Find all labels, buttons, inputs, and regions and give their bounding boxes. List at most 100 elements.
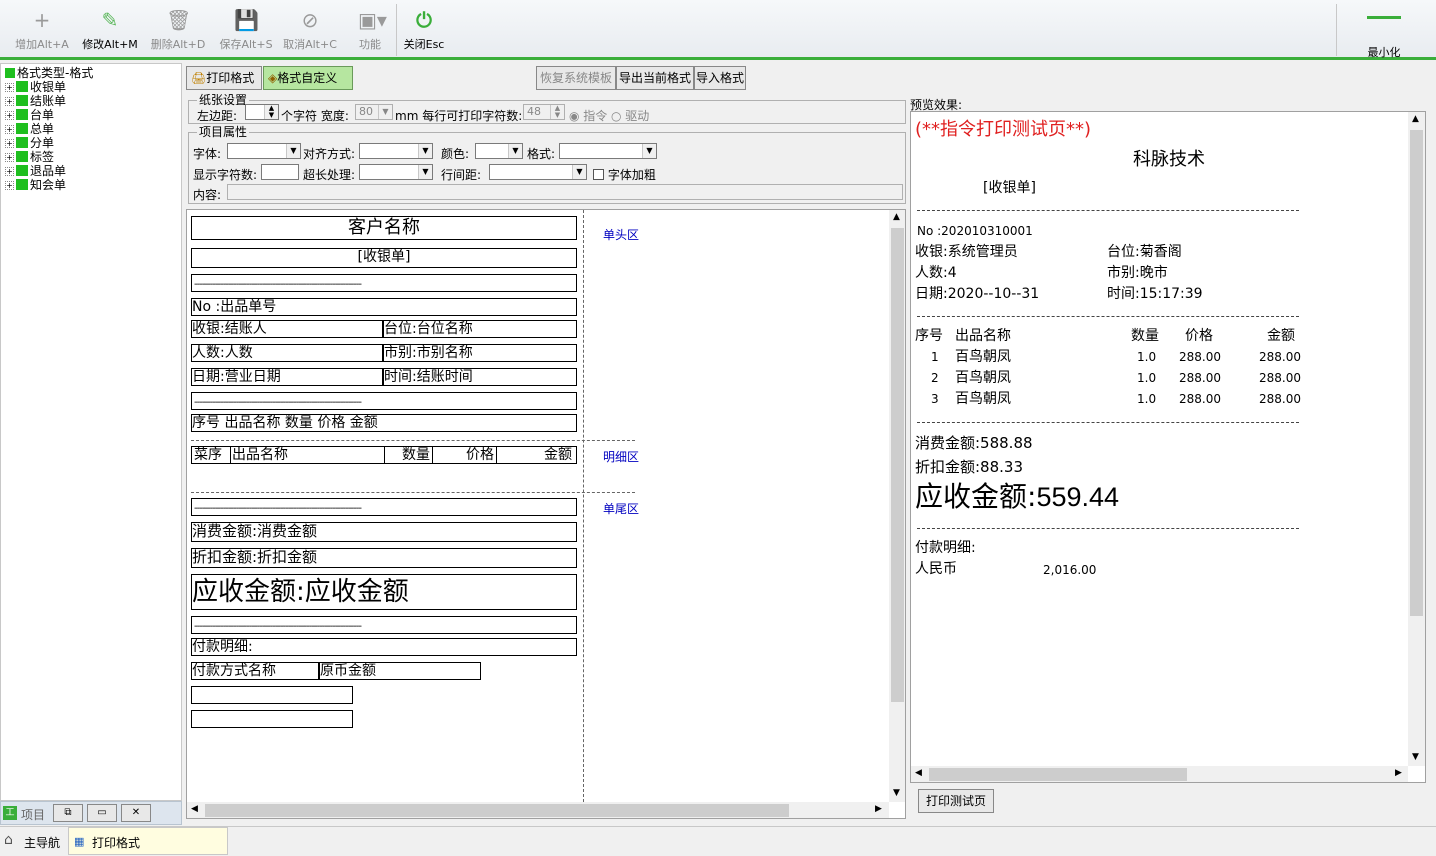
close-button[interactable]: ⏻ 关闭Esc <box>390 6 458 54</box>
empty-field[interactable] <box>191 710 353 728</box>
date-field[interactable]: 日期:营业日期 <box>191 368 383 386</box>
tree-item-label[interactable]: + 标签 <box>5 150 54 164</box>
tab-custom-format[interactable]: ◈格式自定义 <box>263 66 353 90</box>
table-field[interactable]: 台位:台位名称 <box>383 320 577 338</box>
import-format-button[interactable]: 导入格式 <box>694 66 746 90</box>
separator-field[interactable]: ----------------------------------------… <box>191 498 577 516</box>
cashier-field[interactable]: 收银:结账人 <box>191 320 383 338</box>
format-designer-canvas[interactable]: 客户名称 [收银单] -----------------------------… <box>186 209 906 819</box>
width-combo[interactable]: 80 ▼ <box>355 104 393 120</box>
export-format-button[interactable]: 导出当前格式 <box>616 66 694 90</box>
scroll-up-icon[interactable]: ▲ <box>1412 114 1419 124</box>
width-value: 80 <box>359 105 373 118</box>
empty-field[interactable] <box>191 686 353 704</box>
add-button[interactable]: + 增加Alt+A <box>8 6 76 54</box>
scroll-left-icon[interactable]: ◀ <box>915 768 922 778</box>
chars-value: 48 <box>527 105 541 118</box>
folder-icon <box>16 137 28 148</box>
scroll-left-icon[interactable]: ◀ <box>191 804 198 814</box>
save-button[interactable]: 💾 保存Alt+S <box>212 6 280 54</box>
preview-market: 市别:晚市 <box>1107 265 1168 281</box>
radio-command[interactable]: ◉ 指令 <box>569 107 607 124</box>
delete-button[interactable]: 🗑 删除Alt+D <box>144 6 212 54</box>
preview-hscroll[interactable]: ◀ ▶ <box>911 766 1408 782</box>
customer-name-field[interactable]: 客户名称 <box>191 216 577 240</box>
separator-field[interactable]: ----------------------------------------… <box>191 274 577 292</box>
minimize-button[interactable]: 最小化 <box>1350 6 1418 59</box>
scroll-down-icon[interactable]: ▼ <box>893 788 900 798</box>
receipt-title-field[interactable]: [收银单] <box>191 248 577 268</box>
tree-item-notice[interactable]: + 知会单 <box>5 178 66 192</box>
people-field[interactable]: 人数:人数 <box>191 344 383 362</box>
receivable-field[interactable]: 应收金额:应收金额 <box>191 574 577 610</box>
designer-hscroll-thumb[interactable] <box>205 804 789 817</box>
scroll-down-icon[interactable]: ▼ <box>1412 752 1419 762</box>
overflow-combo[interactable]: ▼ <box>359 164 433 180</box>
line-spacing-combo[interactable]: ▼ <box>489 164 587 180</box>
preview-hscroll-thumb[interactable] <box>929 768 1187 781</box>
expand-icon[interactable]: + <box>5 167 14 176</box>
font-combo[interactable]: ▼ <box>227 143 301 159</box>
close-icon[interactable]: ✕ <box>121 804 151 822</box>
preview-cashier: 收银:系统管理员 <box>915 244 1018 260</box>
tree-item-receipt[interactable]: + 收银单 <box>5 80 66 94</box>
scroll-up-icon[interactable]: ▲ <box>893 212 900 222</box>
tree-item-checkout[interactable]: + 结账单 <box>5 94 66 108</box>
expand-icon[interactable]: + <box>5 111 14 120</box>
restore-icon[interactable]: ⧉ <box>53 804 83 822</box>
tree-item-total[interactable]: + 总单 <box>5 122 54 136</box>
maximize-icon[interactable]: ▭ <box>87 804 117 822</box>
print-test-page-button[interactable]: 打印测试页 <box>918 789 994 813</box>
pay-amount-field[interactable]: 原币金额 <box>319 662 481 680</box>
format-combo[interactable]: ▼ <box>559 143 657 159</box>
home-icon: ⌂ <box>4 832 13 848</box>
left-margin-stepper[interactable]: ▲ ▼ <box>245 104 279 120</box>
content-input[interactable] <box>227 184 903 200</box>
preview-vscroll-thumb[interactable] <box>1410 130 1423 616</box>
payment-detail-field[interactable]: 付款明细: <box>191 638 577 656</box>
detail-row-field[interactable]: 菜序 出品名称 数量 价格 金额 <box>191 446 577 464</box>
preview-separator <box>917 422 1299 423</box>
main-nav-tab[interactable]: 主导航 <box>24 834 60 851</box>
restore-template-button[interactable]: 恢复系统模板 <box>536 66 616 90</box>
display-chars-input[interactable] <box>261 164 299 180</box>
expand-icon[interactable]: + <box>5 153 14 162</box>
separator-field[interactable]: ----------------------------------------… <box>191 616 577 634</box>
market-field[interactable]: 市别:市别名称 <box>383 344 577 362</box>
pay-method-field[interactable]: 付款方式名称 <box>191 662 319 680</box>
tree-item-sub[interactable]: + 分单 <box>5 136 54 150</box>
designer-vscroll[interactable]: ▲ ▼ <box>889 210 905 802</box>
expand-icon[interactable]: + <box>5 83 14 92</box>
preview-vscroll[interactable]: ▲ ▼ <box>1408 112 1425 766</box>
plus-icon: + <box>33 8 51 32</box>
edit-button[interactable]: ✎ 修改Alt+M <box>76 6 144 54</box>
scroll-right-icon[interactable]: ▶ <box>875 804 882 814</box>
detail-header-field[interactable]: 序号 出品名称 数量 价格 金额 <box>191 414 577 432</box>
expand-icon[interactable]: + <box>5 139 14 148</box>
cancel-button[interactable]: ⊘ 取消Alt+C <box>276 6 344 54</box>
expand-icon[interactable]: + <box>5 181 14 190</box>
tree-item-table[interactable]: + 台单 <box>5 108 54 122</box>
expand-icon[interactable]: + <box>5 125 14 134</box>
expand-icon[interactable]: + <box>5 97 14 106</box>
tree-item-return[interactable]: + 退品单 <box>5 164 66 178</box>
tab-print-format[interactable]: 🖨打印格式 <box>186 66 262 90</box>
folder-icon <box>16 123 28 134</box>
scroll-right-icon[interactable]: ▶ <box>1395 768 1402 778</box>
align-combo[interactable]: ▼ <box>359 143 433 159</box>
color-combo[interactable]: ▼ <box>475 143 523 159</box>
consume-field[interactable]: 消费金额:消费金额 <box>191 522 577 542</box>
time-field[interactable]: 时间:结账时间 <box>383 368 577 386</box>
radio-driver[interactable]: ○ 驱动 <box>611 107 649 124</box>
designer-vscroll-thumb[interactable] <box>891 228 904 702</box>
tree-root[interactable]: 格式类型-格式 <box>5 66 93 80</box>
order-no-field[interactable]: No :出品单号 <box>191 298 577 316</box>
grid-icon: ▦ <box>74 835 85 848</box>
preview-col-name: 出品名称 <box>955 328 1011 344</box>
bold-checkbox[interactable]: 字体加粗 <box>593 166 656 183</box>
chars-per-line-stepper[interactable]: 48 ▲ ▼ <box>523 104 565 120</box>
row-qty: 1.0 <box>1137 371 1157 385</box>
separator-field[interactable]: ----------------------------------------… <box>191 392 577 410</box>
discount-field[interactable]: 折扣金额:折扣金额 <box>191 548 577 568</box>
designer-hscroll[interactable]: ◀ ▶ <box>187 802 889 818</box>
